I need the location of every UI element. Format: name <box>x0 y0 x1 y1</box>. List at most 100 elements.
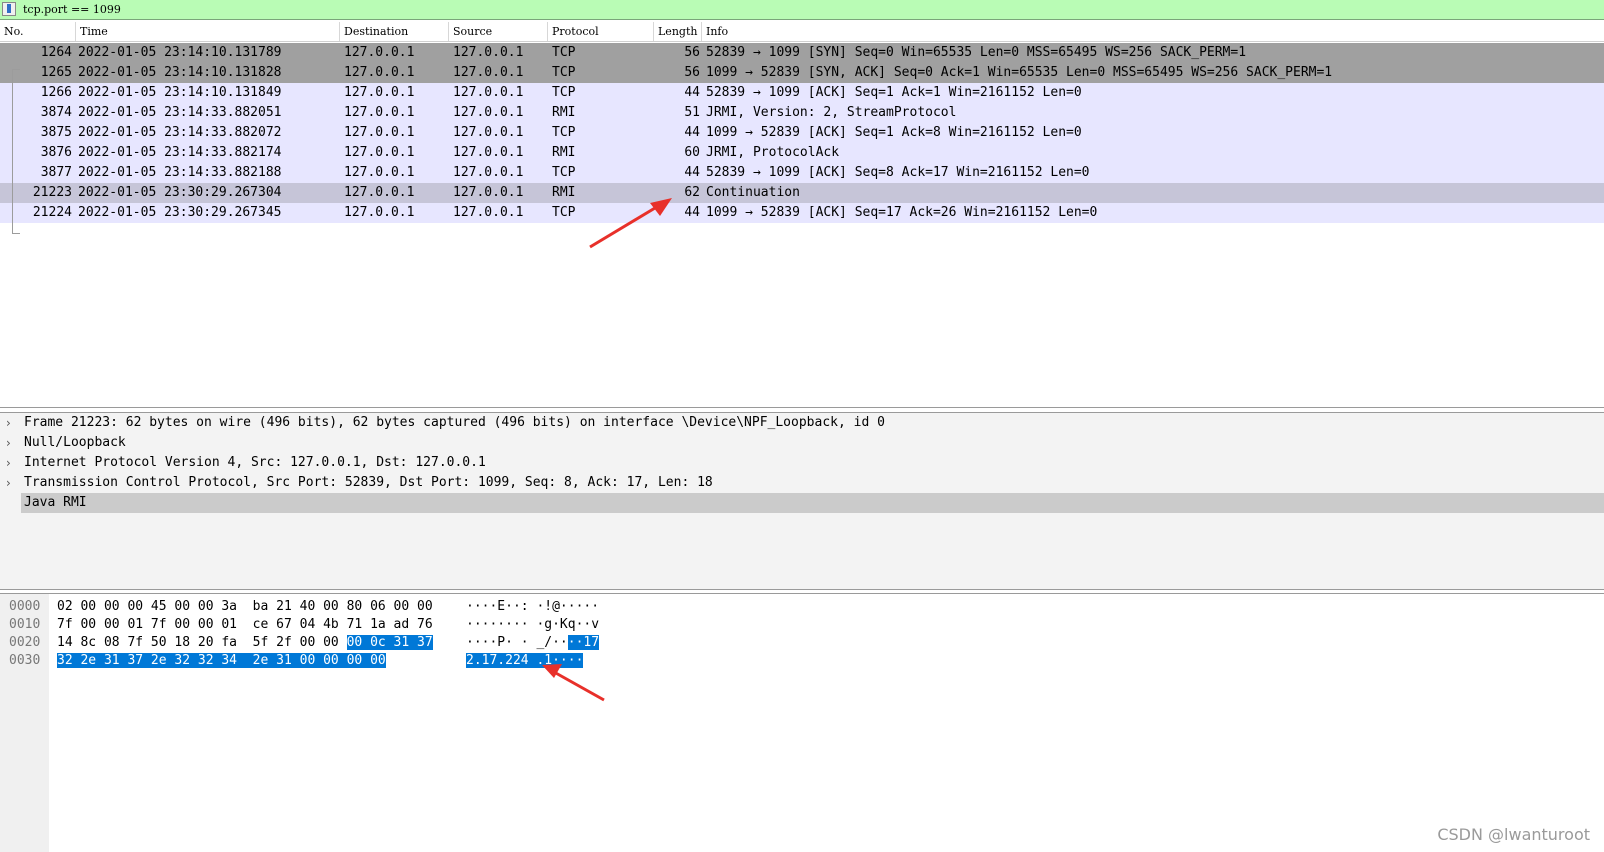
packet-time: 2022-01-05 23:30:29.267304 <box>78 185 282 200</box>
packet-destination: 127.0.0.1 <box>344 65 415 80</box>
column-header-no[interactable]: No. <box>0 22 76 41</box>
packet-number: 1264 <box>40 45 72 60</box>
packet-row[interactable]: 21223 2022-01-05 23:30:29.267304 127.0.0.1… <box>0 183 1604 203</box>
hex-bytes: 7f 00 00 01 7f 00 00 01 ce 67 04 4b 71 1… <box>57 616 433 634</box>
ascii-bytes-highlighted: 2.17.224 .1···· <box>466 653 584 668</box>
packet-row[interactable]: 1264 2022-01-05 23:14:10.131789 127.0.0.1 1… <box>0 43 1604 63</box>
packet-length: 51 <box>684 105 700 120</box>
packet-number: 1266 <box>40 85 72 100</box>
packet-row[interactable]: 3877 2022-01-05 23:14:33.882188 127.0.0.1 1… <box>0 163 1604 183</box>
hex-row[interactable]: 0020 14 8c 08 7f 50 18 20 fa 5f 2f 00 00 … <box>0 634 1604 652</box>
packet-row[interactable]: 3874 2022-01-05 23:14:33.882051 127.0.0.1 1… <box>0 103 1604 123</box>
packet-list-rows: 1264 2022-01-05 23:14:10.131789 127.0.0.1 1… <box>0 43 1604 223</box>
packet-destination: 127.0.0.1 <box>344 85 415 100</box>
ascii-bytes-highlighted: ··17 <box>567 635 600 650</box>
packet-time: 2022-01-05 23:14:33.882072 <box>78 125 282 140</box>
column-header-protocol[interactable]: Protocol <box>548 22 654 41</box>
hex-bytes: 32 2e 31 37 2e 32 32 34 2e 31 00 00 00 0… <box>57 652 386 670</box>
packet-protocol: TCP <box>552 65 576 80</box>
packet-row[interactable]: 3876 2022-01-05 23:14:33.882174 127.0.0.1 1… <box>0 143 1604 163</box>
hex-offset: 0000 <box>9 599 41 614</box>
column-header-time[interactable]: Time <box>76 22 340 41</box>
packet-row[interactable]: 21224 2022-01-05 23:30:29.267345 127.0.0.1… <box>0 203 1604 223</box>
packet-details-pane: › Frame 21223: 62 bytes on wire (496 bits… <box>0 412 1604 590</box>
hex-bytes: 02 00 00 00 45 00 00 3a ba 21 40 00 80 0… <box>57 598 433 616</box>
packet-destination: 127.0.0.1 <box>344 45 415 60</box>
packet-source: 127.0.0.1 <box>453 45 524 60</box>
wireshark-window: No. Time Destination Source Protocol Len… <box>0 0 1604 852</box>
expand-chevron-icon[interactable]: › <box>6 433 18 453</box>
packet-info: 52839 → 1099 [SYN] Seq=0 Win=65535 Len=0… <box>706 45 1247 60</box>
packet-details-tree: › Frame 21223: 62 bytes on wire (496 bits… <box>0 413 1604 513</box>
detail-tree-item[interactable]: › Frame 21223: 62 bytes on wire (496 bits… <box>0 413 1604 433</box>
detail-tree-label: Null/Loopback <box>24 435 126 450</box>
column-header-length[interactable]: Length <box>654 22 702 41</box>
ascii-bytes-plain: ····P· · _/·· <box>466 635 568 650</box>
packet-destination: 127.0.0.1 <box>344 105 415 120</box>
watermark: CSDN @lwanturoot <box>1437 825 1590 844</box>
packet-source: 127.0.0.1 <box>453 185 524 200</box>
expand-chevron-icon[interactable]: › <box>6 473 18 493</box>
packet-source: 127.0.0.1 <box>453 65 524 80</box>
detail-tree-item[interactable]: › Internet Protocol Version 4, Src: 127.0… <box>0 453 1604 473</box>
hex-offset: 0030 <box>9 653 41 668</box>
packet-protocol: RMI <box>552 185 576 200</box>
packet-source: 127.0.0.1 <box>453 145 524 160</box>
packet-time: 2022-01-05 23:30:29.267345 <box>78 205 282 220</box>
packet-info: 1099 → 52839 [SYN, ACK] Seq=0 Ack=1 Win=… <box>706 65 1333 80</box>
packet-destination: 127.0.0.1 <box>344 185 415 200</box>
packet-info: 52839 → 1099 [ACK] Seq=1 Ack=1 Win=21611… <box>706 85 1082 100</box>
conversation-bracket <box>12 69 13 233</box>
display-filter-input[interactable] <box>20 0 1600 19</box>
detail-tree-item[interactable]: › Null/Loopback <box>0 433 1604 453</box>
packet-source: 127.0.0.1 <box>453 205 524 220</box>
bookmark-icon[interactable] <box>2 2 16 16</box>
packet-row[interactable]: 1265 2022-01-05 23:14:10.131828 127.0.0.1 1… <box>0 63 1604 83</box>
display-filter-bar <box>0 0 1604 20</box>
ascii-bytes-plain: ····E··: ·!@····· <box>466 599 600 614</box>
expand-chevron-icon[interactable]: › <box>6 413 18 433</box>
packet-time: 2022-01-05 23:14:33.882051 <box>78 105 282 120</box>
detail-tree-item[interactable]: Java RMI <box>0 493 1604 513</box>
packet-number: 3877 <box>40 165 72 180</box>
hex-offset: 0010 <box>9 617 41 632</box>
expand-chevron-icon[interactable]: › <box>6 453 18 473</box>
hex-bytes-highlighted: 32 2e 31 37 2e 32 32 34 2e 31 00 00 00 0… <box>57 653 386 668</box>
hex-row[interactable]: 0000 02 00 00 00 45 00 00 3a ba 21 40 00 … <box>0 598 1604 616</box>
selection-highlight <box>21 493 1604 513</box>
packet-info: JRMI, ProtocolAck <box>706 145 840 160</box>
packet-length: 60 <box>684 145 700 160</box>
packet-destination: 127.0.0.1 <box>344 165 415 180</box>
detail-tree-item[interactable]: › Transmission Control Protocol, Src Port… <box>0 473 1604 493</box>
column-header-source[interactable]: Source <box>449 22 548 41</box>
packet-time: 2022-01-05 23:14:33.882188 <box>78 165 282 180</box>
packet-source: 127.0.0.1 <box>453 125 524 140</box>
packet-destination: 127.0.0.1 <box>344 125 415 140</box>
packet-length: 62 <box>684 185 700 200</box>
packet-list-header: No. Time Destination Source Protocol Len… <box>0 22 1604 42</box>
hex-bytes-plain: 14 8c 08 7f 50 18 20 fa 5f 2f 00 00 <box>57 635 347 650</box>
hex-bytes: 14 8c 08 7f 50 18 20 fa 5f 2f 00 00 00 0… <box>57 634 433 652</box>
packet-row[interactable]: 1266 2022-01-05 23:14:10.131849 127.0.0.1 1… <box>0 83 1604 103</box>
packet-info: 1099 → 52839 [ACK] Seq=1 Ack=8 Win=21611… <box>706 125 1082 140</box>
packet-number: 21224 <box>32 205 72 220</box>
packet-time: 2022-01-05 23:14:33.882174 <box>78 145 282 160</box>
hex-bytes-plain: 7f 00 00 01 7f 00 00 01 ce 67 04 4b 71 1… <box>57 617 433 632</box>
packet-source: 127.0.0.1 <box>453 165 524 180</box>
ascii-bytes: ····E··: ·!@····· <box>466 598 599 616</box>
packet-row[interactable]: 3875 2022-01-05 23:14:33.882072 127.0.0.1 1… <box>0 123 1604 143</box>
packet-list-pane: No. Time Destination Source Protocol Len… <box>0 22 1604 408</box>
packet-protocol: RMI <box>552 145 576 160</box>
column-header-destination[interactable]: Destination <box>340 22 449 41</box>
packet-protocol: TCP <box>552 165 576 180</box>
packet-length: 44 <box>684 165 700 180</box>
packet-number: 3874 <box>40 105 72 120</box>
ascii-bytes: ····P· · _/····17 <box>466 634 600 652</box>
hex-offset: 0020 <box>9 635 41 650</box>
column-header-info[interactable]: Info <box>702 22 1604 41</box>
packet-destination: 127.0.0.1 <box>344 205 415 220</box>
hex-row[interactable]: 0010 7f 00 00 01 7f 00 00 01 ce 67 04 4b … <box>0 616 1604 634</box>
packet-bytes-pane: 0000 02 00 00 00 45 00 00 3a ba 21 40 00 … <box>0 593 1604 852</box>
hex-row[interactable]: 0030 32 2e 31 37 2e 32 32 34 2e 31 00 00 … <box>0 652 1604 670</box>
packet-time: 2022-01-05 23:14:10.131849 <box>78 85 282 100</box>
